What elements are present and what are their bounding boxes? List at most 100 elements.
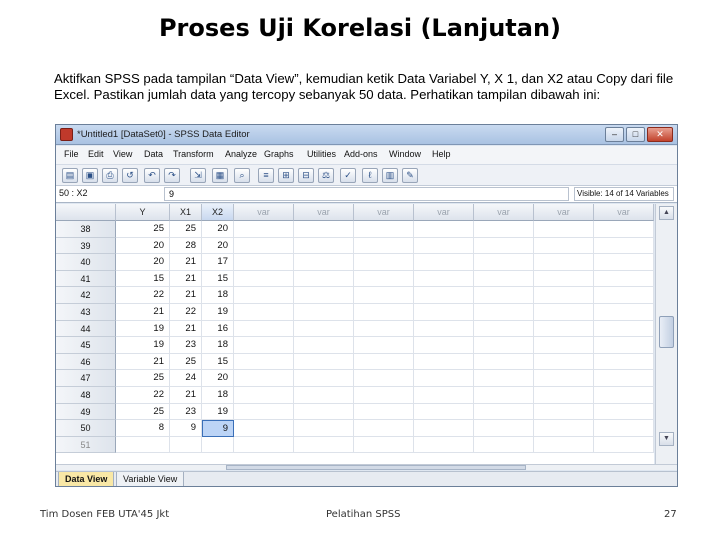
- menu-item-utilities[interactable]: Utilities: [307, 149, 336, 159]
- data-cell-x1[interactable]: 22: [170, 304, 202, 321]
- row-header[interactable]: 51: [56, 436, 116, 454]
- empty-cell[interactable]: [354, 237, 414, 255]
- row-header[interactable]: 50: [56, 420, 116, 437]
- insert-cases-icon[interactable]: ≡: [258, 168, 274, 183]
- empty-cell[interactable]: [594, 420, 654, 437]
- spell-check-icon[interactable]: ✎: [402, 168, 418, 183]
- undo-icon[interactable]: ↶: [144, 168, 160, 183]
- empty-cell[interactable]: [474, 237, 534, 255]
- empty-cell[interactable]: [594, 387, 654, 404]
- weight-cases-icon[interactable]: ⚖: [318, 168, 334, 183]
- empty-cell[interactable]: [294, 320, 354, 338]
- empty-cell[interactable]: [354, 420, 414, 437]
- empty-cell[interactable]: [414, 337, 474, 354]
- row-header[interactable]: 42: [56, 287, 116, 304]
- empty-cell[interactable]: [474, 387, 534, 404]
- menu-item-edit[interactable]: Edit: [88, 149, 104, 159]
- data-cell-y[interactable]: 25: [116, 221, 170, 238]
- column-header-var[interactable]: var: [234, 204, 294, 221]
- empty-cell[interactable]: [474, 221, 534, 238]
- column-header-y[interactable]: Y: [116, 204, 170, 221]
- empty-cell[interactable]: [414, 420, 474, 437]
- empty-cell[interactable]: [534, 270, 594, 288]
- data-cell-x2[interactable]: 18: [202, 287, 234, 304]
- column-header-var[interactable]: var: [594, 204, 654, 221]
- data-cell-x2[interactable]: 20: [202, 370, 234, 387]
- empty-cell[interactable]: [474, 403, 534, 421]
- data-cell-x2[interactable]: 16: [202, 320, 234, 338]
- data-cell-x1[interactable]: 25: [170, 353, 202, 371]
- empty-cell[interactable]: [234, 221, 294, 238]
- empty-cell[interactable]: [474, 287, 534, 304]
- empty-cell[interactable]: [234, 370, 294, 387]
- variables-icon[interactable]: ▦: [212, 168, 228, 183]
- horizontal-scroll-thumb[interactable]: [226, 465, 526, 470]
- menu-item-graphs[interactable]: Graphs: [264, 149, 294, 159]
- data-cell-y[interactable]: 20: [116, 237, 170, 255]
- empty-cell[interactable]: [534, 420, 594, 437]
- empty-cell[interactable]: [474, 370, 534, 387]
- open-icon[interactable]: ▤: [62, 168, 78, 183]
- empty-cell[interactable]: [234, 320, 294, 338]
- data-grid[interactable]: Y X1 X2 var var var var var var var 38 25 25 20 39 20 28…: [56, 204, 654, 464]
- empty-cell[interactable]: [354, 370, 414, 387]
- empty-cell[interactable]: [594, 403, 654, 421]
- empty-cell[interactable]: [354, 337, 414, 354]
- empty-cell[interactable]: [594, 287, 654, 304]
- data-cell-y[interactable]: 19: [116, 320, 170, 338]
- data-cell-x2[interactable]: 20: [202, 237, 234, 255]
- data-cell-x1[interactable]: 21: [170, 287, 202, 304]
- data-cell-x2[interactable]: 20: [202, 221, 234, 238]
- empty-cell[interactable]: [474, 304, 534, 321]
- empty-cell[interactable]: [414, 304, 474, 321]
- data-cell-y[interactable]: 25: [116, 370, 170, 387]
- empty-cell[interactable]: [534, 403, 594, 421]
- tab-variable-view[interactable]: Variable View: [116, 472, 185, 486]
- row-header[interactable]: 48: [56, 387, 116, 404]
- empty-cell[interactable]: [474, 254, 534, 271]
- data-cell-x2[interactable]: [202, 436, 234, 454]
- empty-cell[interactable]: [534, 221, 594, 238]
- empty-cell[interactable]: [234, 337, 294, 354]
- empty-cell[interactable]: [594, 436, 654, 454]
- row-header[interactable]: 44: [56, 320, 116, 338]
- row-header[interactable]: 47: [56, 370, 116, 387]
- data-cell-y[interactable]: 22: [116, 387, 170, 404]
- data-cell-x2[interactable]: 18: [202, 387, 234, 404]
- menu-item-view[interactable]: View: [113, 149, 132, 159]
- empty-cell[interactable]: [414, 353, 474, 371]
- split-file-icon[interactable]: ⊟: [298, 168, 314, 183]
- empty-cell[interactable]: [354, 270, 414, 288]
- vertical-scrollbar[interactable]: ▲ ▼: [655, 204, 677, 464]
- close-button[interactable]: ✕: [647, 127, 673, 142]
- empty-cell[interactable]: [234, 403, 294, 421]
- column-header-var[interactable]: var: [294, 204, 354, 221]
- menu-item-file[interactable]: File: [64, 149, 79, 159]
- menu-item-help[interactable]: Help: [432, 149, 451, 159]
- empty-cell[interactable]: [414, 270, 474, 288]
- empty-cell[interactable]: [234, 287, 294, 304]
- row-header[interactable]: 40: [56, 254, 116, 271]
- print-icon[interactable]: ⎙: [102, 168, 118, 183]
- empty-cell[interactable]: [294, 254, 354, 271]
- empty-cell[interactable]: [594, 270, 654, 288]
- row-header[interactable]: 43: [56, 304, 116, 321]
- data-cell-x2[interactable]: 19: [202, 403, 234, 421]
- insert-variable-icon[interactable]: ⊞: [278, 168, 294, 183]
- empty-cell[interactable]: [354, 304, 414, 321]
- horizontal-scrollbar[interactable]: [56, 464, 677, 470]
- empty-cell[interactable]: [534, 287, 594, 304]
- empty-cell[interactable]: [534, 353, 594, 371]
- data-cell-y[interactable]: 19: [116, 337, 170, 354]
- menu-item-analyze[interactable]: Analyze: [225, 149, 257, 159]
- data-cell-x1[interactable]: 21: [170, 270, 202, 288]
- empty-cell[interactable]: [234, 387, 294, 404]
- menu-item-data[interactable]: Data: [144, 149, 163, 159]
- empty-cell[interactable]: [414, 320, 474, 338]
- data-cell-x1[interactable]: 21: [170, 254, 202, 271]
- data-cell-y[interactable]: 8: [116, 420, 170, 437]
- data-cell-x2[interactable]: 9: [202, 420, 234, 437]
- empty-cell[interactable]: [414, 403, 474, 421]
- empty-cell[interactable]: [294, 370, 354, 387]
- dialog-recall-icon[interactable]: ↺: [122, 168, 138, 183]
